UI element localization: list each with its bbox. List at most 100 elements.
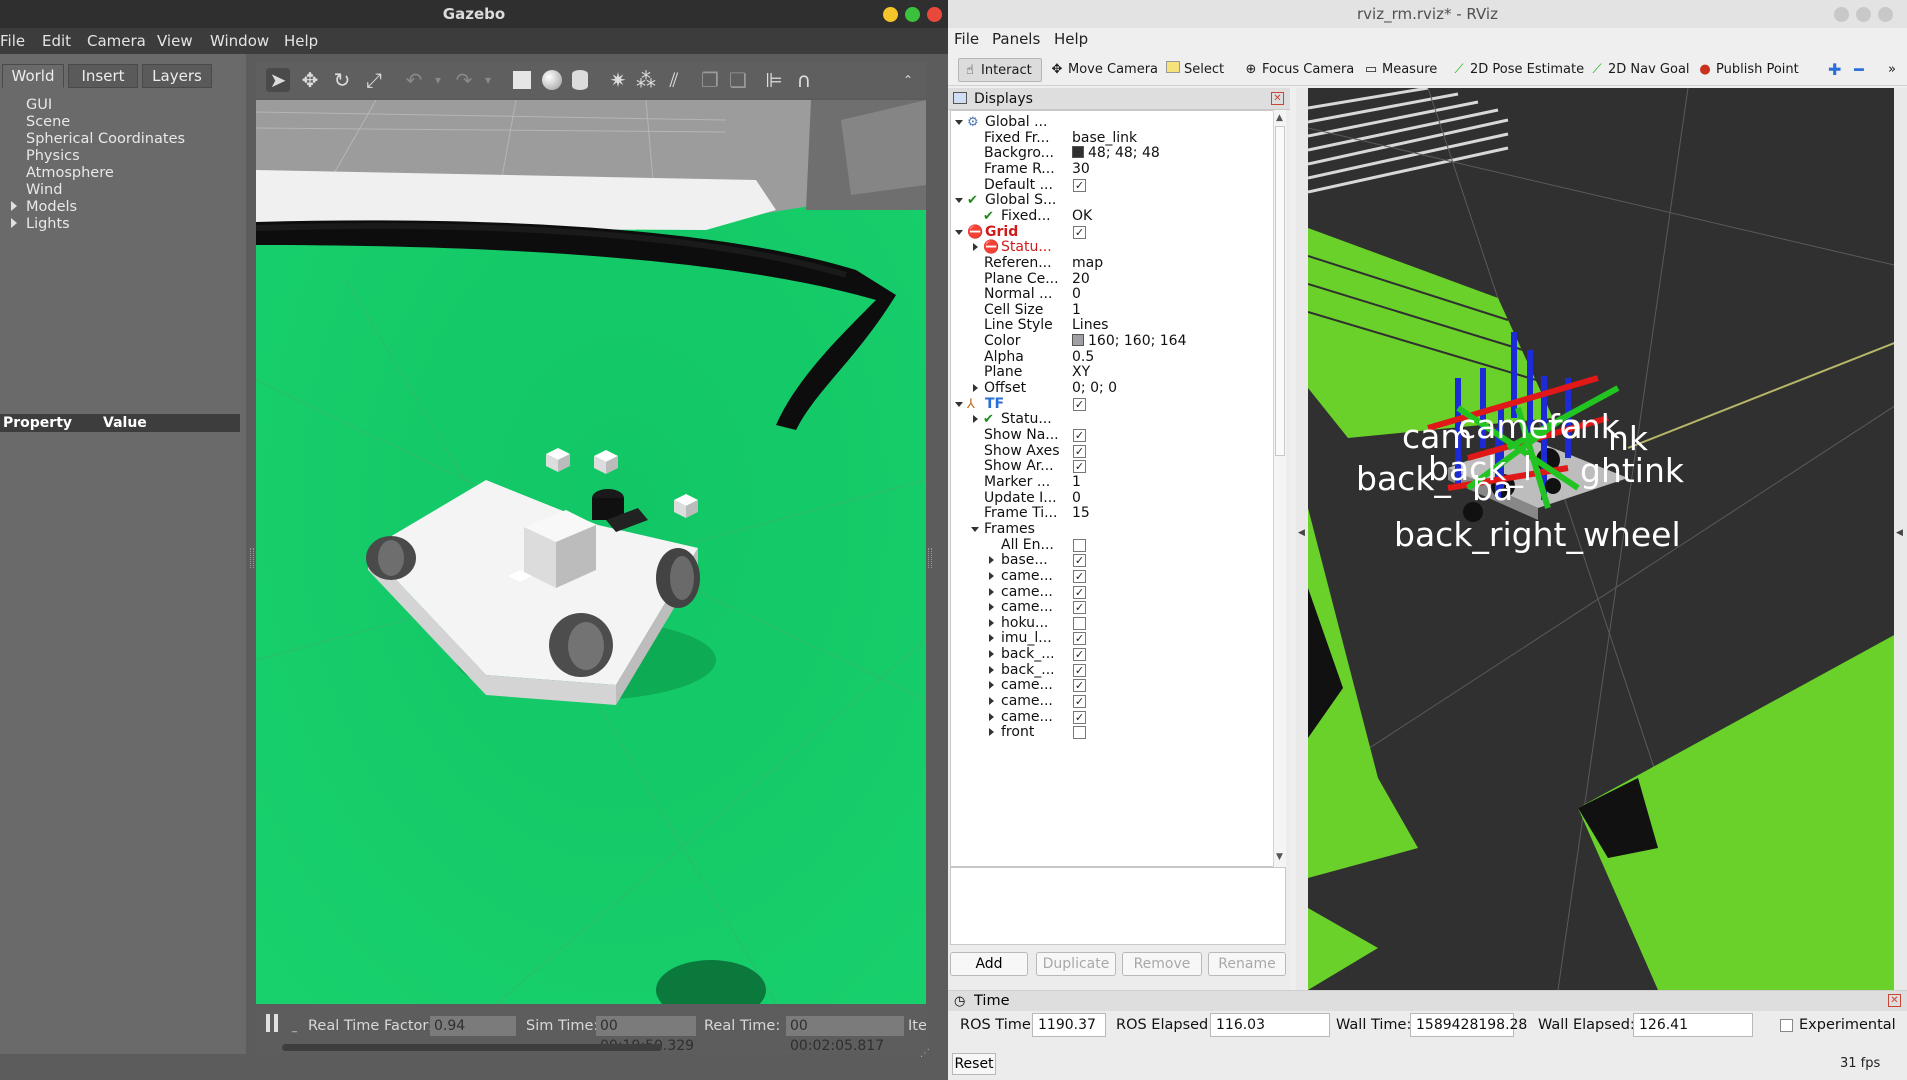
translate-icon[interactable]: ✥ — [298, 68, 322, 92]
display-checkbox[interactable]: ✓ — [1073, 632, 1086, 646]
displays-scrollbar[interactable]: ▲ ▼ — [1273, 110, 1286, 867]
gazebo-3d-viewport[interactable] — [256, 100, 926, 1004]
expand-arrow-icon[interactable] — [989, 681, 994, 690]
expand-arrow-icon[interactable] — [973, 415, 978, 424]
reset-button[interactable]: Reset — [952, 1053, 996, 1075]
display-checkbox[interactable]: ✓ — [1073, 569, 1086, 583]
sphere-icon[interactable] — [540, 68, 564, 92]
ros-elapsed-field[interactable]: 116.03 — [1210, 1013, 1330, 1037]
tree-item-scene[interactable]: Scene — [26, 114, 70, 131]
display-checkbox[interactable]: ✓ — [1073, 648, 1086, 662]
expand-arrow-icon[interactable] — [989, 728, 994, 737]
menu-help[interactable]: Help — [284, 32, 318, 50]
panel-close-icon[interactable]: ✕ — [1271, 92, 1284, 105]
close-button[interactable] — [927, 7, 942, 22]
status-scrollbar[interactable] — [282, 1044, 662, 1051]
wall-elapsed-field[interactable]: 126.41 — [1633, 1013, 1753, 1037]
scroll-down-icon[interactable]: ▼ — [1276, 852, 1283, 862]
maximize-button[interactable] — [905, 7, 920, 22]
collapse-arrow-icon[interactable] — [955, 229, 963, 235]
tab-layers[interactable]: Layers — [142, 64, 212, 88]
tool-interact[interactable]: ☝ Interact — [958, 58, 1042, 82]
tree-item-lights[interactable]: Lights — [26, 216, 70, 233]
display-checkbox[interactable]: ✓ — [1073, 397, 1086, 411]
scroll-up-icon[interactable]: ▲ — [1276, 113, 1283, 123]
display-checkbox[interactable]: ✓ — [1073, 663, 1086, 677]
menu-view[interactable]: View — [157, 32, 193, 50]
add-tool-icon[interactable]: ✚ — [1828, 58, 1841, 82]
left-collapse-bar[interactable]: ◀ — [1296, 88, 1308, 990]
splitter-handle[interactable] — [928, 548, 932, 568]
menu-file[interactable]: File — [954, 30, 979, 48]
collapse-arrow-icon[interactable] — [955, 198, 963, 204]
toolbar-expand-icon[interactable]: ⌃ — [896, 68, 920, 92]
expand-arrow-icon[interactable] — [989, 556, 994, 565]
menu-edit[interactable]: Edit — [42, 32, 71, 50]
tree-item-models[interactable]: Models — [26, 199, 77, 216]
display-checkbox[interactable]: ✓ — [1073, 460, 1086, 474]
resize-grip-icon[interactable]: ⋰ — [920, 1048, 932, 1060]
display-checkbox[interactable]: ✓ — [1073, 679, 1086, 693]
expand-arrow-icon[interactable] — [989, 571, 994, 580]
collapse-arrow-icon[interactable] — [971, 526, 979, 532]
tab-insert[interactable]: Insert — [68, 64, 138, 88]
expand-arrow-icon[interactable] — [989, 650, 994, 659]
point-light-icon[interactable]: ✷ — [606, 68, 630, 92]
close-button[interactable] — [1878, 7, 1893, 22]
tab-world[interactable]: World — [2, 64, 64, 88]
right-collapse-bar[interactable]: ◀ — [1894, 88, 1907, 990]
undo-icon[interactable]: ↶ — [402, 68, 426, 92]
minimize-button[interactable] — [1834, 7, 1849, 22]
tool-move-camera[interactable]: ✥ Move Camera — [1050, 58, 1158, 82]
tree-item-gui[interactable]: GUI — [26, 97, 52, 114]
display-checkbox[interactable]: ✓ — [1073, 695, 1086, 709]
tree-item-physics[interactable]: Physics — [26, 148, 80, 165]
minimize-button[interactable] — [883, 7, 898, 22]
tool-publish-point[interactable]: ● Publish Point — [1698, 58, 1798, 82]
experimental-checkbox[interactable] — [1780, 1019, 1793, 1032]
tool-2d-pose-estimate[interactable]: ⟋ 2D Pose Estimate — [1452, 58, 1584, 82]
display-checkbox[interactable]: ✓ — [1073, 710, 1086, 724]
display-checkbox[interactable]: ✓ — [1073, 178, 1086, 192]
box-icon[interactable] — [510, 68, 534, 92]
expand-arrow-icon[interactable] — [989, 587, 994, 596]
expand-arrow-icon[interactable] — [989, 697, 994, 706]
tree-item-atmosphere[interactable]: Atmosphere — [26, 165, 114, 182]
display-checkbox[interactable] — [1073, 726, 1086, 740]
panel-close-icon[interactable]: ✕ — [1888, 994, 1901, 1007]
cylinder-icon[interactable] — [568, 68, 592, 92]
display-checkbox[interactable] — [1073, 616, 1086, 630]
display-row[interactable]: front — [951, 723, 1273, 742]
toolbar-overflow-icon[interactable]: » — [1888, 58, 1896, 82]
displays-tree[interactable]: ⚙ Global ... Fixed Fr... base_link Backgro..… — [950, 110, 1286, 867]
collapse-right-icon[interactable]: ◀ — [1896, 528, 1903, 538]
wall-time-field[interactable]: 1589428198.28 — [1410, 1013, 1527, 1037]
align-icon[interactable]: ⊫ — [762, 68, 786, 92]
tool-measure[interactable]: ▭ Measure — [1364, 58, 1437, 82]
menu-help[interactable]: Help — [1054, 30, 1088, 48]
scrollbar-thumb[interactable] — [1275, 126, 1285, 456]
scale-icon[interactable]: ⤢ — [362, 68, 386, 92]
step-icon[interactable]: _ — [292, 1022, 297, 1033]
tool-2d-nav-goal[interactable]: ⟋ 2D Nav Goal — [1590, 58, 1689, 82]
expand-arrow-icon[interactable] — [989, 603, 994, 612]
display-checkbox[interactable]: ✓ — [1073, 601, 1086, 615]
undo-dropdown-icon[interactable]: ▾ — [426, 68, 450, 92]
remove-tool-icon[interactable]: ━ — [1854, 58, 1864, 82]
splitter-handle[interactable] — [250, 548, 254, 568]
magnet-icon[interactable]: ∩ — [792, 68, 816, 92]
ros-time-field[interactable]: 1190.37 — [1032, 1013, 1106, 1037]
display-checkbox[interactable]: ✓ — [1073, 554, 1086, 568]
tree-item-wind[interactable]: Wind — [26, 182, 62, 199]
rviz-3d-view[interactable]: cam camera fonk back_l back_ ba nk ghtin… — [1308, 88, 1907, 990]
redo-icon[interactable]: ↷ — [452, 68, 476, 92]
copy-icon[interactable]: ❐ — [698, 68, 722, 92]
tool-select[interactable]: Select — [1166, 58, 1224, 82]
display-checkbox[interactable]: ✓ — [1073, 225, 1086, 239]
expand-arrow-icon[interactable] — [11, 218, 17, 228]
expand-arrow-icon[interactable] — [973, 243, 978, 252]
expand-arrow-icon[interactable] — [989, 712, 994, 721]
expand-arrow-icon[interactable] — [989, 665, 994, 674]
spot-light-icon[interactable]: ⁂ — [634, 68, 658, 92]
collapse-arrow-icon[interactable] — [955, 401, 963, 407]
